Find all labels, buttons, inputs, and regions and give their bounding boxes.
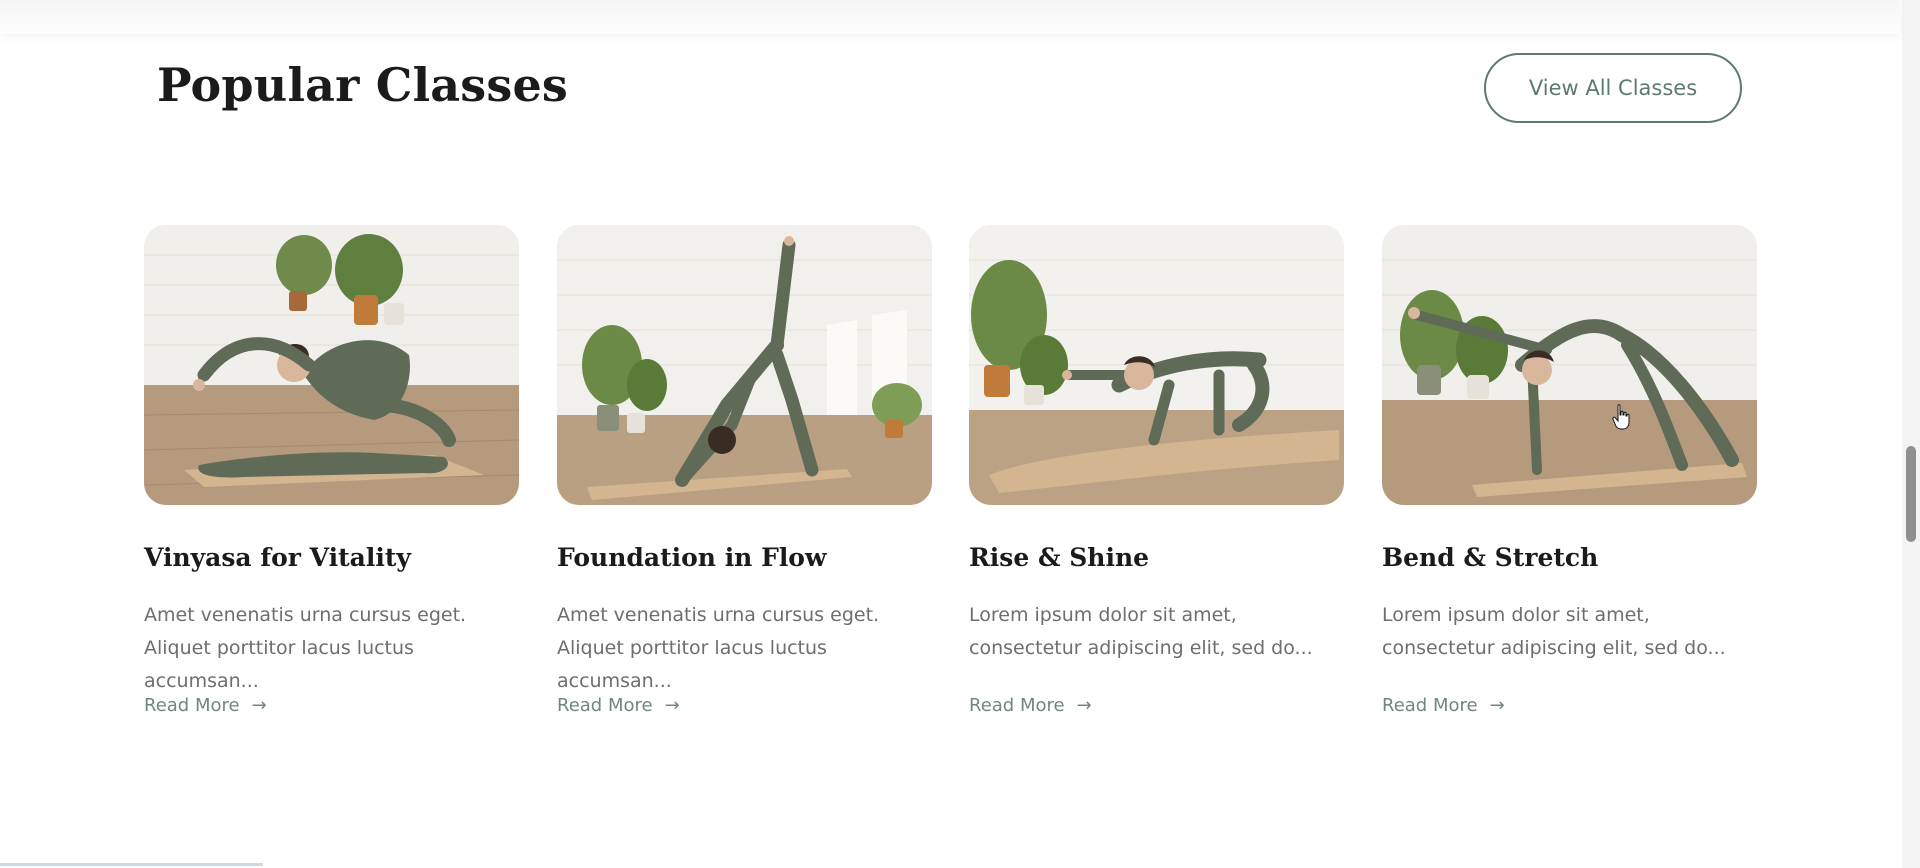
scrollbar[interactable] [1902,0,1920,868]
class-card: Vinyasa for Vitality Amet venenatis urna… [144,225,519,716]
page: Popular Classes View All Classes Vinyasa… [0,0,1920,868]
class-photo-rise-shine[interactable] [969,225,1344,505]
class-description: Amet venenatis urna cursus eget. Aliquet… [557,604,880,692]
read-more-link[interactable]: Read More → [144,695,267,716]
class-title: Rise & Shine [969,543,1150,572]
class-title: Bend & Stretch [1382,543,1599,572]
class-card: Foundation in Flow Amet venenatis urna c… [557,225,932,716]
class-description: Lorem ipsum dolor sit amet, consectetur … [1382,604,1726,659]
class-description: Amet venenatis urna cursus eget. Aliquet… [144,604,467,692]
read-more-label: Read More [557,695,653,716]
arrow-right-icon: → [251,695,267,716]
class-description: Lorem ipsum dolor sit amet, consectetur … [969,604,1313,659]
arrow-right-icon: → [1489,695,1505,716]
class-title: Foundation in Flow [557,543,827,572]
read-more-label: Read More [969,695,1065,716]
read-more-link[interactable]: Read More → [1382,695,1505,716]
class-title: Vinyasa for Vitality [144,543,411,572]
read-more-link[interactable]: Read More → [969,695,1092,716]
bottom-progress-bar [0,863,263,866]
scrollbar-thumb[interactable] [1906,446,1916,542]
hand-cursor-icon [1612,404,1630,430]
header-shadow [0,0,1900,34]
arrow-right-icon: → [1076,695,1092,716]
class-card: Rise & Shine Lorem ipsum dolor sit amet,… [969,225,1344,716]
read-more-link[interactable]: Read More → [557,695,680,716]
section-title: Popular Classes [157,58,569,112]
class-photo-vinyasa[interactable] [144,225,519,505]
arrow-right-icon: → [664,695,680,716]
view-all-classes-button[interactable]: View All Classes [1484,53,1742,123]
class-card: Bend & Stretch Lorem ipsum dolor sit ame… [1382,225,1757,716]
class-photo-bend-stretch[interactable] [1382,225,1757,505]
class-photo-foundation[interactable] [557,225,932,505]
read-more-label: Read More [144,695,240,716]
read-more-label: Read More [1382,695,1478,716]
